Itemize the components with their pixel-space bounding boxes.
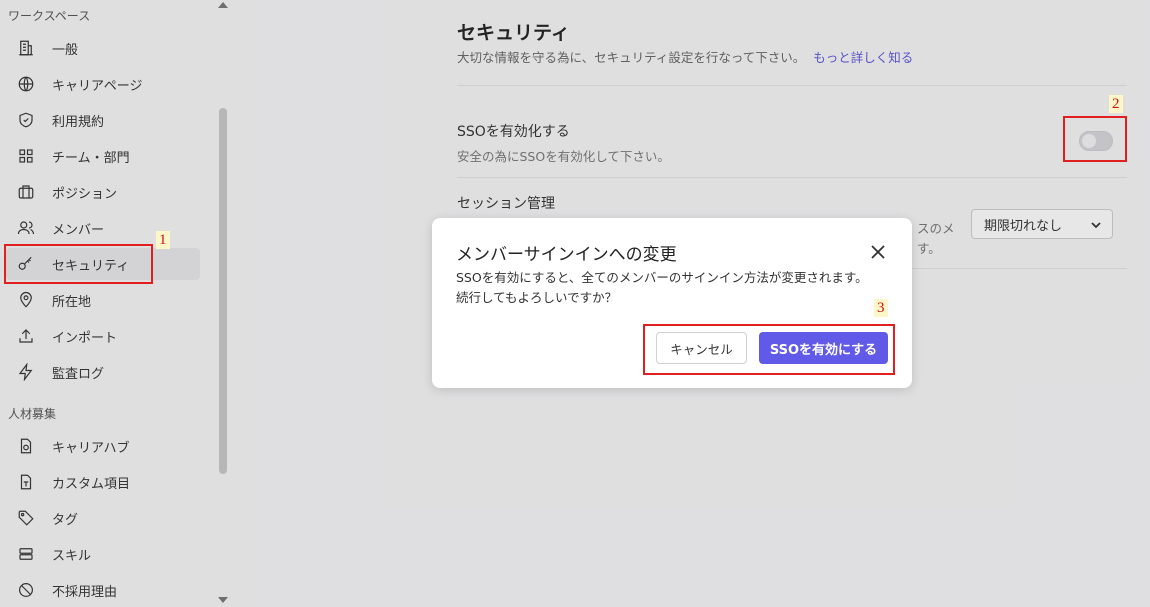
highlight-box-3 (643, 324, 895, 375)
highlight-box-1 (4, 244, 153, 284)
dialog-body: SSOを有効にすると、全てのメンバーのサインイン方法が変更されます。 続行しても… (456, 268, 896, 308)
step-marker-1: 1 (156, 231, 170, 249)
dialog-body-line: SSOを有効にすると、全てのメンバーのサインイン方法が変更されます。 (456, 270, 868, 285)
dialog-title: メンバーサインインへの変更 (456, 245, 677, 265)
step-marker-2: 2 (1109, 95, 1123, 113)
close-icon[interactable] (868, 242, 888, 262)
dialog-body-line: 続行してもよろしいですか？ (456, 290, 618, 305)
highlight-box-2 (1063, 116, 1127, 162)
step-marker-3: 3 (874, 299, 888, 317)
